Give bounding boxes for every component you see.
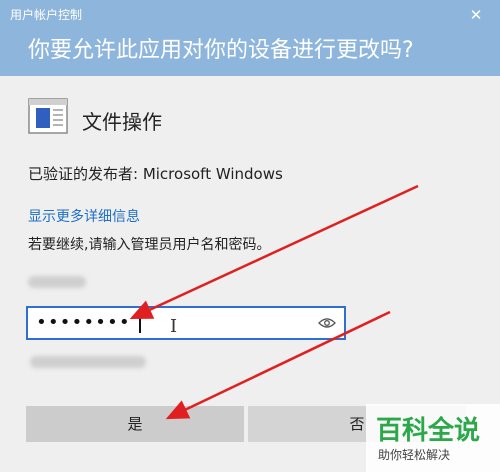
watermark: 百科全说 助你轻松解决 xyxy=(366,404,500,472)
watermark-title: 百科全说 xyxy=(376,416,481,446)
watermark-subtitle: 助你轻松解决 xyxy=(378,448,451,462)
annotation-arrow xyxy=(129,184,419,320)
annotation-arrow xyxy=(165,310,391,420)
annotation-arrows xyxy=(129,184,419,420)
